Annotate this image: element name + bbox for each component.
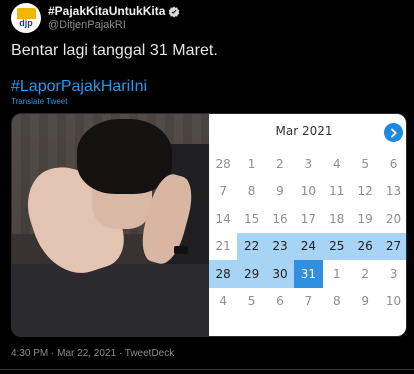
calendar-week: 28 1 2 3 4 5 6 — [209, 150, 406, 178]
calendar-day[interactable]: 28 — [209, 150, 237, 178]
calendar-week: 21 22 23 24 25 26 27 — [209, 232, 406, 261]
calendar-day[interactable]: 8 — [323, 288, 351, 316]
calendar-day[interactable]: 3 — [294, 150, 322, 178]
calendar-day[interactable]: 11 — [323, 178, 351, 206]
hashtag-link[interactable]: #LaporPajakHariIni — [11, 78, 147, 96]
calendar-day[interactable]: 28 — [209, 260, 238, 288]
calendar-day[interactable]: 25 — [322, 232, 351, 260]
calendar-day[interactable]: 17 — [294, 205, 322, 233]
calendar-day[interactable]: 7 — [209, 178, 237, 206]
calendar-day[interactable]: 12 — [351, 178, 379, 206]
photo-shirt — [12, 264, 209, 336]
calendar-day[interactable]: 6 — [379, 150, 406, 178]
avatar[interactable]: djp — [11, 3, 41, 33]
tweet-text: Bentar lagi tanggal 31 Maret. — [11, 42, 218, 59]
calendar-day[interactable]: 1 — [237, 150, 265, 178]
calendar-title: Mar 2021 — [275, 124, 333, 138]
photo-stressed-woman — [12, 114, 209, 336]
translate-tweet-link[interactable]: Translate Tweet — [11, 97, 67, 106]
calendar-day[interactable]: 2 — [266, 150, 294, 178]
calendar-day[interactable]: 5 — [351, 150, 379, 178]
calendar-day[interactable]: 30 — [265, 260, 295, 288]
handle[interactable]: @DitjenPajakRI — [48, 19, 126, 31]
calendar-week: 4 5 6 7 8 9 10 — [209, 288, 406, 316]
calendar-day[interactable]: 2 — [351, 260, 379, 288]
calendar-day[interactable]: 23 — [265, 232, 295, 260]
verified-icon — [168, 5, 180, 18]
display-name[interactable]: #PajakKitaUntukKita — [48, 4, 165, 18]
calendar-day[interactable]: 6 — [266, 288, 294, 316]
calendar-day[interactable]: 1 — [323, 260, 351, 288]
calendar-week: 14 15 16 17 18 19 20 — [209, 205, 406, 233]
calendar-day[interactable]: 13 — [379, 178, 406, 206]
tweet-header: djp #PajakKitaUntukKita @DitjenPajakRI — [11, 3, 411, 33]
calendar-day[interactable]: 18 — [323, 205, 351, 233]
calendar-day[interactable]: 4 — [323, 150, 351, 178]
photo-hair — [77, 119, 172, 194]
calendar-day[interactable]: 24 — [294, 232, 323, 260]
calendar-grid: 28 1 2 3 4 5 6 7 8 9 10 11 12 13 14 15 16 17 18 19 20 21 22 23 2… — [209, 150, 406, 316]
calendar-day[interactable]: 21 — [209, 233, 237, 261]
calendar-header: Mar 2021 — [209, 114, 406, 142]
calendar-day[interactable]: 14 — [209, 205, 237, 233]
calendar-day[interactable]: 5 — [237, 288, 265, 316]
calendar-week: 28 29 30 31 1 2 3 — [209, 260, 406, 288]
next-month-button[interactable] — [384, 123, 403, 142]
name-line: #PajakKitaUntukKita — [48, 4, 180, 18]
avatar-logo-text: djp — [19, 18, 33, 28]
calendar-day[interactable]: 26 — [350, 232, 380, 260]
calendar-widget: Mar 2021 28 1 2 3 4 5 6 7 8 9 10 11 12 13 14 15 16 17 18 19… — [209, 114, 406, 336]
calendar-day[interactable]: 10 — [294, 178, 322, 206]
divider — [0, 369, 414, 370]
tweet-meta[interactable]: 4:30 PM · Mar 22, 2021 · TweetDeck — [11, 348, 174, 359]
calendar-week: 7 8 9 10 11 12 13 — [209, 178, 406, 206]
calendar-day[interactable]: 10 — [379, 288, 406, 316]
calendar-day[interactable]: 15 — [237, 205, 265, 233]
calendar-day[interactable]: 22 — [237, 232, 266, 260]
calendar-day[interactable]: 20 — [379, 205, 406, 233]
calendar-day[interactable]: 9 — [266, 178, 294, 206]
calendar-day[interactable]: 29 — [237, 260, 266, 288]
calendar-day[interactable]: 4 — [209, 288, 237, 316]
tweet-media[interactable]: Mar 2021 28 1 2 3 4 5 6 7 8 9 10 11 12 13 14 15 16 17 18 19… — [11, 113, 407, 337]
photo-watch — [174, 246, 188, 254]
calendar-day[interactable]: 3 — [379, 260, 406, 288]
calendar-day[interactable]: 9 — [351, 288, 379, 316]
calendar-day[interactable]: 19 — [351, 205, 379, 233]
calendar-day-selected[interactable]: 31 — [294, 260, 323, 288]
calendar-day[interactable]: 16 — [266, 205, 294, 233]
calendar-day[interactable]: 8 — [237, 178, 265, 206]
chevron-right-icon — [390, 128, 397, 137]
calendar-day[interactable]: 27 — [379, 232, 406, 260]
calendar-day[interactable]: 7 — [294, 288, 322, 316]
